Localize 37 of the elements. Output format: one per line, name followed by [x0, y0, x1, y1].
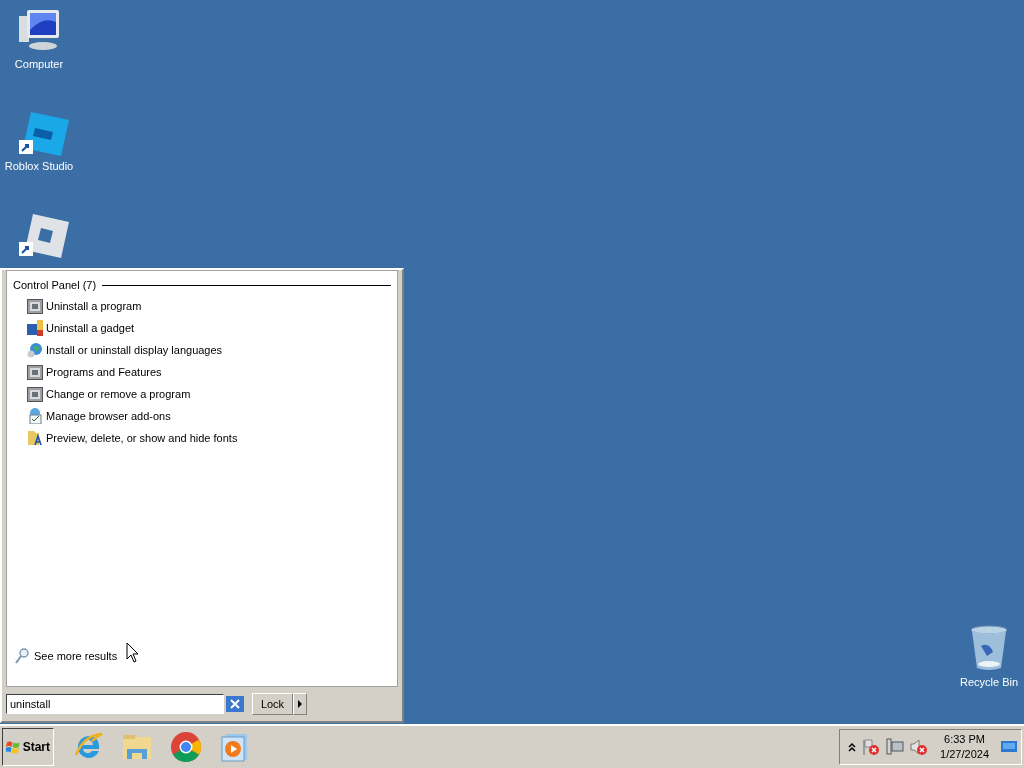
windows-logo-icon	[6, 740, 21, 754]
see-more-results-link[interactable]: See more results	[13, 648, 118, 664]
programs-icon	[27, 386, 43, 402]
speaker-muted-icon[interactable]	[910, 738, 929, 756]
desktop-icon-label[interactable]: Recycle Bin	[959, 676, 1019, 688]
caret-icon	[298, 700, 302, 708]
result-item[interactable]: Install or uninstall display languages	[13, 339, 397, 361]
show-hidden-icons-icon[interactable]	[848, 742, 857, 752]
show-desktop-icon[interactable]	[1001, 740, 1017, 754]
desktop-icon-label[interactable]: Roblox Studio	[4, 160, 74, 172]
fonts-folder-icon	[27, 430, 43, 446]
result-item[interactable]: Change or remove a program	[13, 383, 397, 405]
mouse-pointer-icon	[126, 642, 140, 664]
programs-icon	[27, 364, 43, 380]
result-item[interactable]: Uninstall a program	[13, 295, 397, 317]
result-item[interactable]: Uninstall a gadget	[13, 317, 397, 339]
recycle-bin-icon[interactable]	[969, 624, 1009, 672]
search-icon	[15, 648, 29, 664]
clock-date[interactable]: 1/27/2024	[940, 747, 989, 762]
network-icon[interactable]	[886, 738, 905, 756]
search-field[interactable]: uninstall	[6, 694, 224, 714]
clear-search-icon[interactable]	[226, 696, 244, 712]
desktop-icon-label[interactable]: Computer	[14, 58, 64, 70]
lock-options-button[interactable]	[293, 693, 307, 715]
result-item[interactable]: Programs and Features	[13, 361, 397, 383]
result-item[interactable]: Preview, delete, or show and hide fonts	[13, 427, 397, 449]
group-heading: Control Panel (7)	[13, 279, 97, 291]
gadget-icon	[27, 320, 43, 336]
chrome-icon[interactable]	[170, 731, 202, 763]
start-button[interactable]: Start	[2, 728, 54, 766]
programs-icon	[27, 298, 43, 314]
lock-button[interactable]: Lock	[252, 693, 293, 715]
globe-icon	[27, 342, 43, 358]
result-item[interactable]: Manage browser add-ons	[13, 405, 397, 427]
addons-icon	[27, 408, 43, 424]
flag-error-icon[interactable]	[862, 738, 881, 756]
clock-time[interactable]: 6:33 PM	[944, 732, 985, 747]
